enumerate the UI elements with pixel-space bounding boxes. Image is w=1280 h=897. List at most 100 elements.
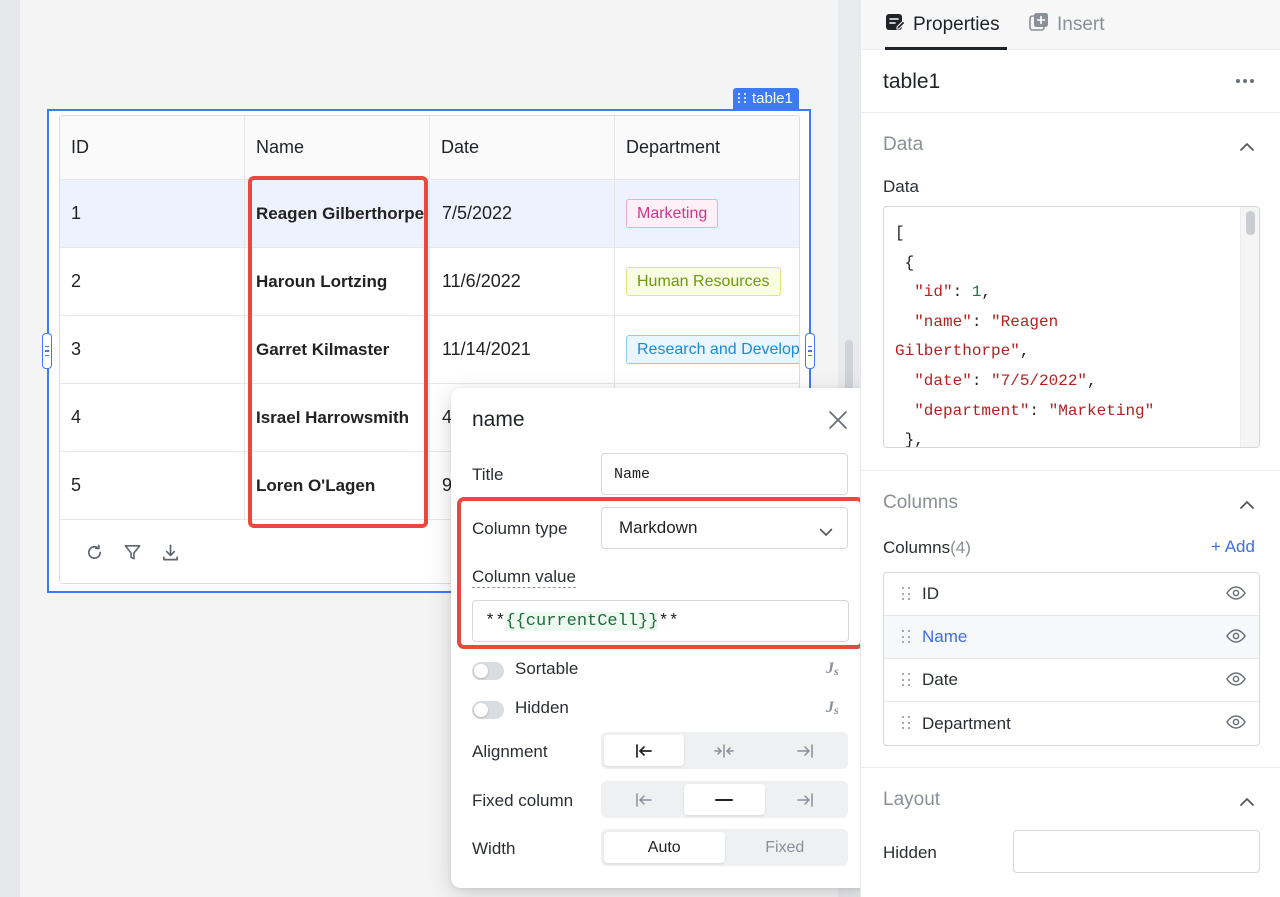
eye-icon[interactable] <box>1226 715 1246 733</box>
eye-icon[interactable] <box>1226 672 1246 690</box>
drag-handle-icon[interactable] <box>902 673 910 687</box>
divider <box>861 112 1280 113</box>
width-fixed-option[interactable]: Fixed <box>725 832 846 863</box>
code-line: { <box>895 253 915 272</box>
department-tag: Marketing <box>626 199 719 228</box>
title-label: Title <box>472 465 504 484</box>
column-item-label: Department <box>922 713 1011 733</box>
properties-icon <box>885 12 906 38</box>
resize-handle-right[interactable] <box>805 333 815 369</box>
header-cell[interactable]: Department <box>615 116 799 179</box>
chevron-up-icon[interactable] <box>1239 139 1255 151</box>
layout-section-title[interactable]: Layout <box>883 789 940 811</box>
widget-tag[interactable]: table1 <box>733 88 799 109</box>
active-tab-indicator <box>885 47 1007 50</box>
columns-count: (4) <box>950 538 971 557</box>
alignment-segmented <box>601 732 848 769</box>
tab-insert[interactable]: Insert <box>1029 12 1105 38</box>
code-line: "name": "Reagen <box>914 312 1059 331</box>
id-cell: 5 <box>60 452 245 519</box>
fix-right-icon[interactable] <box>765 784 845 815</box>
add-column-button[interactable]: + Add <box>1211 537 1255 557</box>
js-toggle-sortable[interactable]: Js <box>825 659 845 681</box>
hidden-label: Hidden <box>515 698 569 717</box>
department-tag: Human Resources <box>626 267 781 296</box>
width-segmented: Auto Fixed <box>601 829 848 866</box>
refresh-icon[interactable] <box>84 543 104 563</box>
drag-handle-icon[interactable] <box>902 587 910 601</box>
header-cell[interactable]: ID <box>60 116 245 179</box>
table-row[interactable]: 2 Haroun Lortzing 11/6/2022 Human Resour… <box>60 248 799 316</box>
code-line: [ <box>895 224 905 242</box>
layout-hidden-input[interactable] <box>1013 830 1260 873</box>
code-line: }, <box>895 431 924 448</box>
close-icon[interactable] <box>828 410 848 430</box>
eye-icon[interactable] <box>1226 586 1246 604</box>
chevron-up-icon[interactable] <box>1239 497 1255 509</box>
data-code-editor[interactable]: [ { "id": 1, "name": "Reagen Gilberthorpe… <box>883 206 1260 448</box>
date-cell: 11/6/2022 <box>430 248 615 315</box>
date-cell: 11/14/2021 <box>430 316 615 383</box>
svg-text:s: s <box>833 664 839 677</box>
column-item-id[interactable]: ID <box>884 573 1259 616</box>
width-label: Width <box>472 839 516 858</box>
insert-icon <box>1029 12 1049 38</box>
sortable-label: Sortable <box>515 659 579 678</box>
resize-handle-left[interactable] <box>42 333 52 369</box>
title-input[interactable]: Name <box>601 453 848 495</box>
chevron-up-icon[interactable] <box>1239 794 1255 806</box>
header-cell[interactable]: Date <box>430 116 615 179</box>
tab-properties[interactable]: Properties <box>885 12 1000 38</box>
data-code: [ { "id": 1, "name": "Reagen Gilberthorpe… <box>895 219 1155 448</box>
drag-handle-icon[interactable] <box>738 93 747 104</box>
divider <box>861 470 1280 471</box>
fix-none-icon[interactable] <box>684 784 765 815</box>
department-cell: Human Resources <box>615 248 799 315</box>
code-line: "department": "Marketing" <box>914 401 1155 420</box>
department-cell: Marketing <box>615 180 799 247</box>
column-item-department[interactable]: Department <box>884 702 1259 745</box>
filter-icon[interactable] <box>122 543 142 563</box>
column-item-name[interactable]: Name <box>884 616 1259 659</box>
data-label: Data <box>883 177 919 196</box>
alignment-label: Alignment <box>472 742 548 761</box>
panel-tabs: Properties Insert <box>861 0 1280 50</box>
id-cell: 2 <box>60 248 245 315</box>
code-line: "date": "7/5/2022", <box>914 371 1097 390</box>
hidden-toggle[interactable] <box>472 701 504 719</box>
column-type-highlight <box>457 497 864 649</box>
tab-insert-label: Insert <box>1057 14 1105 35</box>
columns-list: ID Name Date Department <box>883 572 1260 746</box>
download-icon[interactable] <box>160 543 180 563</box>
id-cell: 4 <box>60 384 245 451</box>
code-line: "id": 1, <box>914 283 992 302</box>
sortable-toggle[interactable] <box>472 662 504 680</box>
width-auto-option[interactable]: Auto <box>604 832 725 863</box>
column-item-label: Name <box>922 627 968 646</box>
popup-title: name <box>472 408 525 431</box>
align-right-icon[interactable] <box>765 735 845 766</box>
drag-handle-icon[interactable] <box>902 630 910 644</box>
eye-icon[interactable] <box>1226 629 1246 647</box>
table-header-row: ID Name Date Department <box>60 116 799 180</box>
date-cell: 7/5/2022 <box>430 180 615 247</box>
drag-handle-icon[interactable] <box>902 716 910 730</box>
align-center-icon[interactable] <box>684 735 764 766</box>
table-row[interactable]: 3 Garret Kilmaster 11/14/2021 Research a… <box>60 316 799 384</box>
widget-tag-label: table1 <box>752 90 793 107</box>
table-row[interactable]: 1 Reagen Gilberthorpe 7/5/2022 Marketing <box>60 180 799 248</box>
columns-section-title[interactable]: Columns <box>883 492 958 514</box>
tab-properties-label: Properties <box>913 14 1000 35</box>
component-name[interactable]: table1 <box>883 70 940 94</box>
code-scrollbar[interactable] <box>1240 207 1259 447</box>
divider <box>861 767 1280 768</box>
column-item-date[interactable]: Date <box>884 659 1259 702</box>
fixed-column-label: Fixed column <box>472 791 574 810</box>
layout-hidden-label: Hidden <box>883 843 937 862</box>
header-cell[interactable]: Name <box>245 116 430 179</box>
data-section-title[interactable]: Data <box>883 134 923 156</box>
align-left-icon[interactable] <box>604 735 685 766</box>
js-toggle-hidden[interactable]: Js <box>825 698 845 720</box>
more-options-icon[interactable] <box>1236 76 1258 86</box>
fix-left-icon[interactable] <box>604 784 684 815</box>
